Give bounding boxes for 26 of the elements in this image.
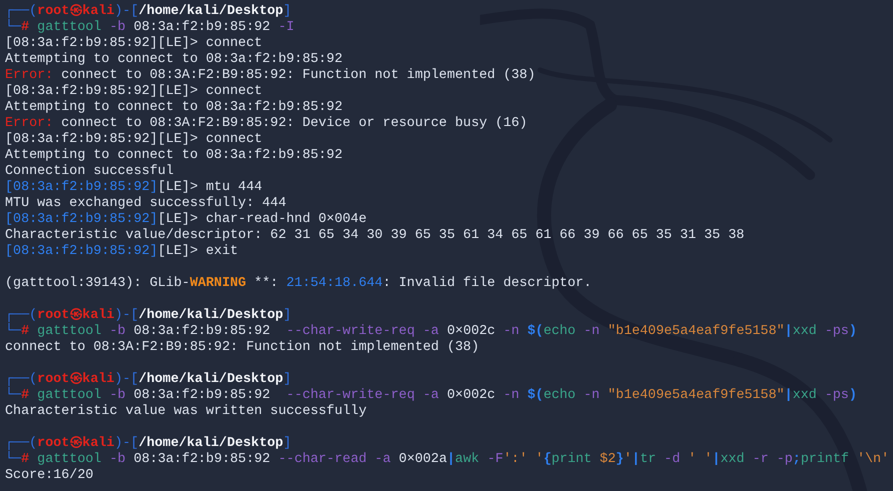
terminal-line: [08:3a:f2:b9:85:92][LE]> exit <box>5 244 238 260</box>
terminal-line: Score:16/20 <box>5 468 94 484</box>
terminal-line: Error: connect to 08:3A:F2:B9:85:92: Device or resource busy (16) <box>5 116 528 132</box>
terminal-line: └─# gatttool -b 08:3a:f2:b9:85:92 --char-write-req -a 0×002c -n $(echo -n "b1e409e5a4eaf9fe5158"|xxd -ps) <box>5 388 857 404</box>
terminal-line: ┌──(root㉿kali)-[/home/kali/Desktop] <box>5 436 292 451</box>
terminal-line: └─# gatttool -b 08:3a:f2:b9:85:92 -I <box>5 20 294 36</box>
terminal-line: Connection successful <box>5 164 174 180</box>
terminal-line: ┌──(root㉿kali)-[/home/kali/Desktop] <box>5 4 292 19</box>
terminal-line: connect to 08:3A:F2:B9:85:92: Function not implemented (38) <box>5 340 480 356</box>
terminal-line: MTU was exchanged successfully: 444 <box>5 196 286 212</box>
terminal-line: (gatttool:39143): GLib-WARNING **: 21:54:18.644: Invalid file descriptor. <box>5 276 592 292</box>
terminal-line: [08:3a:f2:b9:85:92][LE]> connect <box>5 132 262 148</box>
terminal-line: [08:3a:f2:b9:85:92][LE]> char-read-hnd 0×004e <box>5 212 367 228</box>
terminal-line: [08:3a:f2:b9:85:92][LE]> mtu 444 <box>5 180 262 196</box>
terminal-line: Characteristic value/descriptor: 62 31 65 34 30 39 65 35 61 34 65 61 66 39 66 65 35 31 35 38 <box>5 228 744 244</box>
terminal-line: Attempting to connect to 08:3a:f2:b9:85:92 <box>5 100 342 116</box>
terminal-line: Characteristic value was written successfully <box>5 404 367 420</box>
terminal-line: [08:3a:f2:b9:85:92][LE]> connect <box>5 84 262 100</box>
terminal-line: ┌──(root㉿kali)-[/home/kali/Desktop] <box>5 372 292 387</box>
terminal-line: Error: connect to 08:3A:F2:B9:85:92: Function not implemented (38) <box>5 68 536 84</box>
terminal-line: [08:3a:f2:b9:85:92][LE]> connect <box>5 36 262 52</box>
terminal-line: └─# gatttool -b 08:3a:f2:b9:85:92 --char-read -a 0×002a|awk -F':' '{print $2}'|tr -d ' '|xxd -r -p;printf '\n' <box>5 452 890 468</box>
terminal-line: └─# gatttool -b 08:3a:f2:b9:85:92 --char-write-req -a 0×002c -n $(echo -n "b1e409e5a4eaf9fe5158"|xxd -ps) <box>5 324 857 340</box>
terminal-line: Attempting to connect to 08:3a:f2:b9:85:92 <box>5 148 342 164</box>
terminal-line: ┌──(root㉿kali)-[/home/kali/Desktop] <box>5 308 292 323</box>
terminal-line: Attempting to connect to 08:3a:f2:b9:85:92 <box>5 52 342 68</box>
